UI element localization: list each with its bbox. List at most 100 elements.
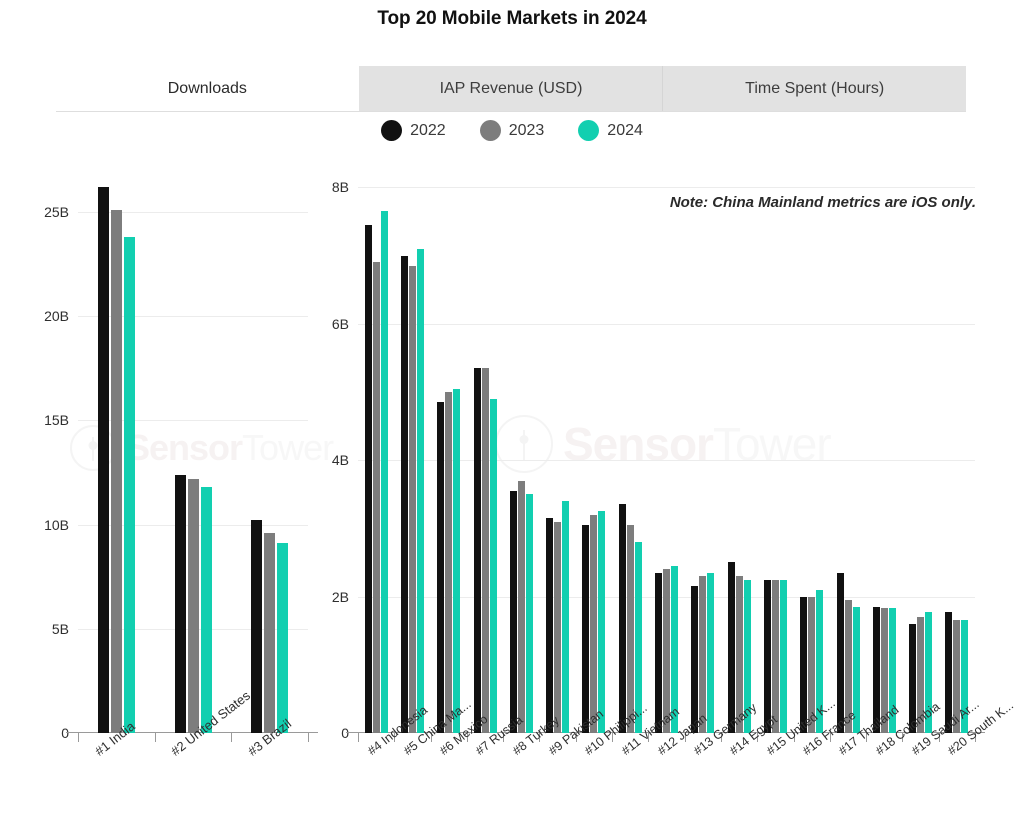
bar-group[interactable] (902, 160, 938, 733)
bar-2024[interactable] (123, 237, 135, 733)
bar-2023[interactable] (590, 514, 598, 733)
bar-2023[interactable] (264, 532, 276, 733)
bar-2022[interactable] (836, 572, 844, 733)
bar-2022[interactable] (400, 255, 408, 733)
tab-downloads-label: Downloads (167, 79, 247, 97)
bar-2022[interactable] (364, 224, 372, 733)
bar-2022[interactable] (509, 490, 517, 733)
bar-groups (358, 160, 975, 733)
x-axis-tick (231, 733, 233, 742)
y-axis-tick-label: 5B (51, 620, 69, 637)
bar-group[interactable] (939, 160, 975, 733)
x-axis-tick (78, 733, 79, 742)
y-axis-tick-label: 2B (331, 588, 349, 605)
bar-2024[interactable] (489, 398, 497, 733)
bar-group[interactable] (431, 160, 467, 733)
bar-2024[interactable] (525, 494, 533, 733)
legend-item-2023[interactable]: 2023 (479, 120, 545, 141)
y-axis-tick-label: 8B (331, 179, 349, 196)
x-axis-tick (308, 733, 309, 742)
bar-group[interactable] (539, 160, 575, 733)
bar-2022[interactable] (763, 579, 771, 733)
bar-group[interactable] (794, 160, 830, 733)
bar-2023[interactable] (372, 262, 380, 733)
bar-2022[interactable] (546, 518, 554, 733)
x-axis-tick (358, 733, 359, 742)
bar-2022[interactable] (437, 402, 445, 733)
y-axis-tick-label: 0 (341, 725, 349, 741)
bar-2024[interactable] (277, 543, 289, 733)
bar-2024[interactable] (779, 579, 787, 733)
tab-iap-revenue-label: IAP Revenue (USD) (439, 79, 583, 97)
y-axis-tick-label: 25B (44, 204, 69, 221)
bar-2022[interactable] (691, 586, 699, 733)
bar-group[interactable] (721, 160, 757, 733)
bar-2022[interactable] (618, 504, 626, 733)
bar-2022[interactable] (473, 368, 481, 733)
bar-2022[interactable] (582, 524, 590, 733)
legend-label-2023: 2023 (508, 121, 545, 139)
bar-2022[interactable] (251, 520, 263, 733)
bar-2022[interactable] (174, 474, 186, 733)
chart-page: Top 20 Mobile Markets in 2024 Downloads … (0, 0, 1024, 838)
page-title: Top 20 Mobile Markets in 2024 (377, 8, 647, 29)
bar-2024[interactable] (453, 388, 461, 733)
bar-group[interactable] (78, 160, 155, 733)
bar-2022[interactable] (655, 572, 663, 733)
bar-2023[interactable] (408, 265, 416, 733)
bar-group[interactable] (866, 160, 902, 733)
bar-group[interactable] (231, 160, 308, 733)
bar-2023[interactable] (771, 579, 779, 733)
chart-panel-rest: 0 2B 4B 6B 8B #4 Indonesia #5 China Ma... #6 Me… (330, 150, 1024, 838)
legend-item-2022[interactable]: 2022 (381, 120, 446, 141)
chart-panel-top3: 0 5B 10B 15B 20B 25B #1 India #2 United States #… (0, 150, 330, 838)
bar-group[interactable] (503, 160, 539, 733)
bar-2024[interactable] (598, 511, 606, 733)
bar-2022[interactable] (97, 187, 109, 733)
bar-group[interactable] (155, 160, 232, 733)
bar-group[interactable] (358, 160, 394, 733)
bar-2024[interactable] (380, 211, 388, 733)
bar-2023[interactable] (626, 524, 634, 733)
plot-area-top3: 0 5B 10B 15B 20B 25B #1 India #2 United States #… (44, 160, 318, 759)
tab-iap-revenue[interactable]: IAP Revenue (USD) (359, 66, 664, 111)
bar-2022[interactable] (727, 562, 735, 733)
legend-label-2022: 2022 (410, 121, 446, 139)
plot-area-rest: 0 2B 4B 6B 8B #4 Indonesia #5 China Ma... #6 Me… (332, 160, 1016, 758)
bar-2023[interactable] (517, 480, 525, 733)
legend-item-2024[interactable]: 2024 (578, 120, 643, 141)
tab-downloads[interactable]: Downloads (56, 66, 360, 111)
y-axis-tick-label: 20B (44, 308, 69, 325)
y-axis-tick-label: 0 (61, 725, 69, 741)
bar-2024[interactable] (416, 248, 424, 733)
bar-2023[interactable] (445, 391, 453, 733)
x-axis-tick (154, 733, 156, 742)
bar-2023[interactable] (699, 576, 707, 733)
y-axis-tick-label: 4B (331, 452, 349, 469)
legend-swatch-2022-icon (381, 120, 403, 141)
bar-group[interactable] (830, 160, 866, 733)
bar-2023[interactable] (110, 210, 122, 733)
y-axis-tick-label: 15B (44, 412, 69, 429)
legend-swatch-2023-icon (479, 120, 501, 141)
bar-2023[interactable] (187, 478, 199, 733)
bar-group[interactable] (394, 160, 430, 733)
bar-group[interactable] (685, 160, 721, 733)
bar-2023[interactable] (481, 368, 489, 733)
bar-group[interactable] (757, 160, 793, 733)
y-axis-tick-label: 10B (44, 516, 69, 533)
bar-2024[interactable] (707, 572, 715, 733)
metric-tab-bar: Downloads IAP Revenue (USD) Time Spent (… (56, 66, 967, 112)
bar-group[interactable] (576, 160, 612, 733)
bar-group[interactable] (467, 160, 503, 733)
tab-time-spent[interactable]: Time Spent (Hours) (663, 66, 967, 111)
bar-2024[interactable] (562, 501, 570, 733)
bar-2023[interactable] (554, 521, 562, 733)
tab-time-spent-label: Time Spent (Hours) (745, 79, 885, 97)
bar-group[interactable] (648, 160, 684, 733)
bar-2024[interactable] (200, 487, 212, 733)
legend-label-2024: 2024 (607, 121, 643, 139)
bar-groups (78, 160, 308, 733)
bar-group[interactable] (612, 160, 648, 733)
legend-swatch-2024-icon (578, 120, 600, 141)
